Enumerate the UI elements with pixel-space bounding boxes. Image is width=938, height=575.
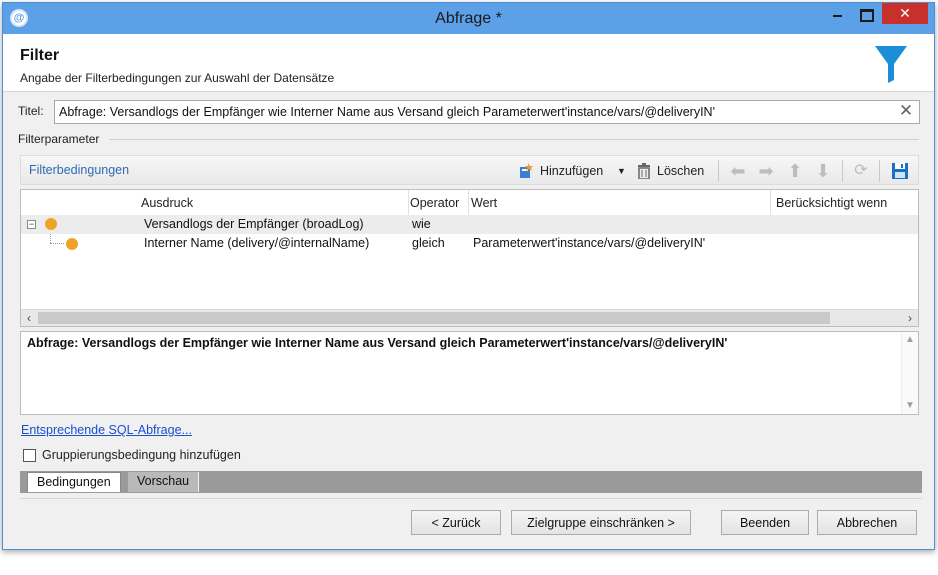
page-subtitle: Angabe der Filterbedingungen zur Auswahl… <box>20 71 335 85</box>
minimize-button[interactable] <box>824 5 850 26</box>
tab-conditions[interactable]: Bedingungen <box>27 472 121 492</box>
refresh-icon[interactable]: ⟳ <box>851 161 871 181</box>
grouping-checkbox-label[interactable]: Gruppierungsbedingung hinzufügen <box>42 448 241 462</box>
toolbar-separator <box>718 160 719 182</box>
page-title: Filter <box>20 47 60 64</box>
title-label: Titel: <box>18 104 44 118</box>
cancel-button[interactable]: Abbrechen <box>817 510 917 535</box>
arrow-right-icon[interactable]: ➡ <box>756 161 776 181</box>
scroll-down-icon[interactable]: ▼ <box>902 398 918 414</box>
scroll-up-icon[interactable]: ▲ <box>902 332 918 348</box>
trash-icon <box>638 163 650 179</box>
row-expression: Versandlogs der Empfänger (broadLog) <box>144 217 364 231</box>
restrict-target-button[interactable]: Zielgruppe einschränken > <box>511 510 691 535</box>
finish-button[interactable]: Beenden <box>721 510 809 535</box>
toolbar-separator <box>879 160 880 182</box>
conditions-grid: Ausdruck Operator Wert Berücksichtigt we… <box>20 189 919 327</box>
grouping-checkbox[interactable] <box>23 449 36 462</box>
title-input[interactable] <box>54 100 920 124</box>
query-summary-text: Abfrage: Versandlogs der Empfänger wie I… <box>27 336 728 350</box>
tree-line <box>50 243 64 244</box>
arrow-up-icon[interactable]: ⬆ <box>785 161 805 181</box>
scroll-left-icon[interactable]: ‹ <box>21 310 37 326</box>
table-row[interactable]: Interner Name (delivery/@internalName) g… <box>21 234 918 253</box>
back-button[interactable]: < Zurück <box>411 510 501 535</box>
close-button[interactable]: ✕ <box>882 3 928 24</box>
header: Filter Angabe der Filterbedingungen zur … <box>3 34 934 92</box>
row-value: Parameterwert'instance/vars/@deliveryIN' <box>473 236 706 250</box>
toolbar-separator <box>842 160 843 182</box>
row-operator: wie <box>412 217 431 231</box>
dialog-window: @ Abfrage * ✕ Filter Angabe der Filterbe… <box>2 2 935 550</box>
condition-icon <box>45 218 57 230</box>
table-row[interactable]: − Versandlogs der Empfänger (broadLog) w… <box>21 215 918 234</box>
chevron-down-icon[interactable]: ▼ <box>617 161 626 181</box>
column-header-value[interactable]: Wert <box>471 190 771 216</box>
add-condition-icon <box>520 163 533 178</box>
row-expression: Interner Name (delivery/@internalName) <box>144 236 370 250</box>
column-header-operator[interactable]: Operator <box>409 190 469 216</box>
tab-bar: Bedingungen Vorschau <box>20 471 922 493</box>
arrow-left-icon[interactable]: ⬅ <box>728 161 748 181</box>
save-icon[interactable] <box>891 162 909 180</box>
column-header-considered-when[interactable]: Berücksichtigt wenn <box>776 190 916 216</box>
vertical-scrollbar[interactable]: ▲ ▼ <box>901 332 918 414</box>
tree-line <box>50 234 51 243</box>
funnel-icon <box>875 46 907 83</box>
delete-button-label: Löschen <box>657 164 705 178</box>
condition-icon <box>66 238 78 250</box>
tab-preview[interactable]: Vorschau <box>128 472 200 492</box>
collapse-icon[interactable]: − <box>27 220 36 229</box>
scrollbar-thumb[interactable] <box>38 312 830 324</box>
arrow-down-icon[interactable]: ⬇ <box>813 161 833 181</box>
delete-button[interactable]: Löschen <box>637 161 713 181</box>
sql-query-link[interactable]: Entsprechende SQL-Abfrage... <box>21 423 192 437</box>
footer-divider <box>20 498 922 499</box>
section-divider <box>109 139 919 140</box>
filterparameter-label: Filterparameter <box>18 132 100 146</box>
row-operator: gleich <box>412 236 445 250</box>
filter-toolbar: Filterbedingungen Hinzufügen ▼ Löschen ⬅… <box>20 155 919 185</box>
clear-title-icon[interactable]: ✕ <box>898 102 914 119</box>
horizontal-scrollbar[interactable]: ‹ › <box>21 309 918 326</box>
column-header-expression[interactable]: Ausdruck <box>141 190 409 216</box>
add-button-label: Hinzufügen <box>540 164 604 178</box>
add-button[interactable]: Hinzufügen ▼ <box>519 161 626 181</box>
query-summary: Abfrage: Versandlogs der Empfänger wie I… <box>20 331 919 415</box>
filter-conditions-label: Filterbedingungen <box>29 163 130 177</box>
scroll-right-icon[interactable]: › <box>902 310 918 326</box>
maximize-button[interactable] <box>852 5 878 26</box>
title-bar[interactable]: @ Abfrage * ✕ <box>3 3 934 34</box>
window-title: Abfrage * <box>435 10 502 27</box>
